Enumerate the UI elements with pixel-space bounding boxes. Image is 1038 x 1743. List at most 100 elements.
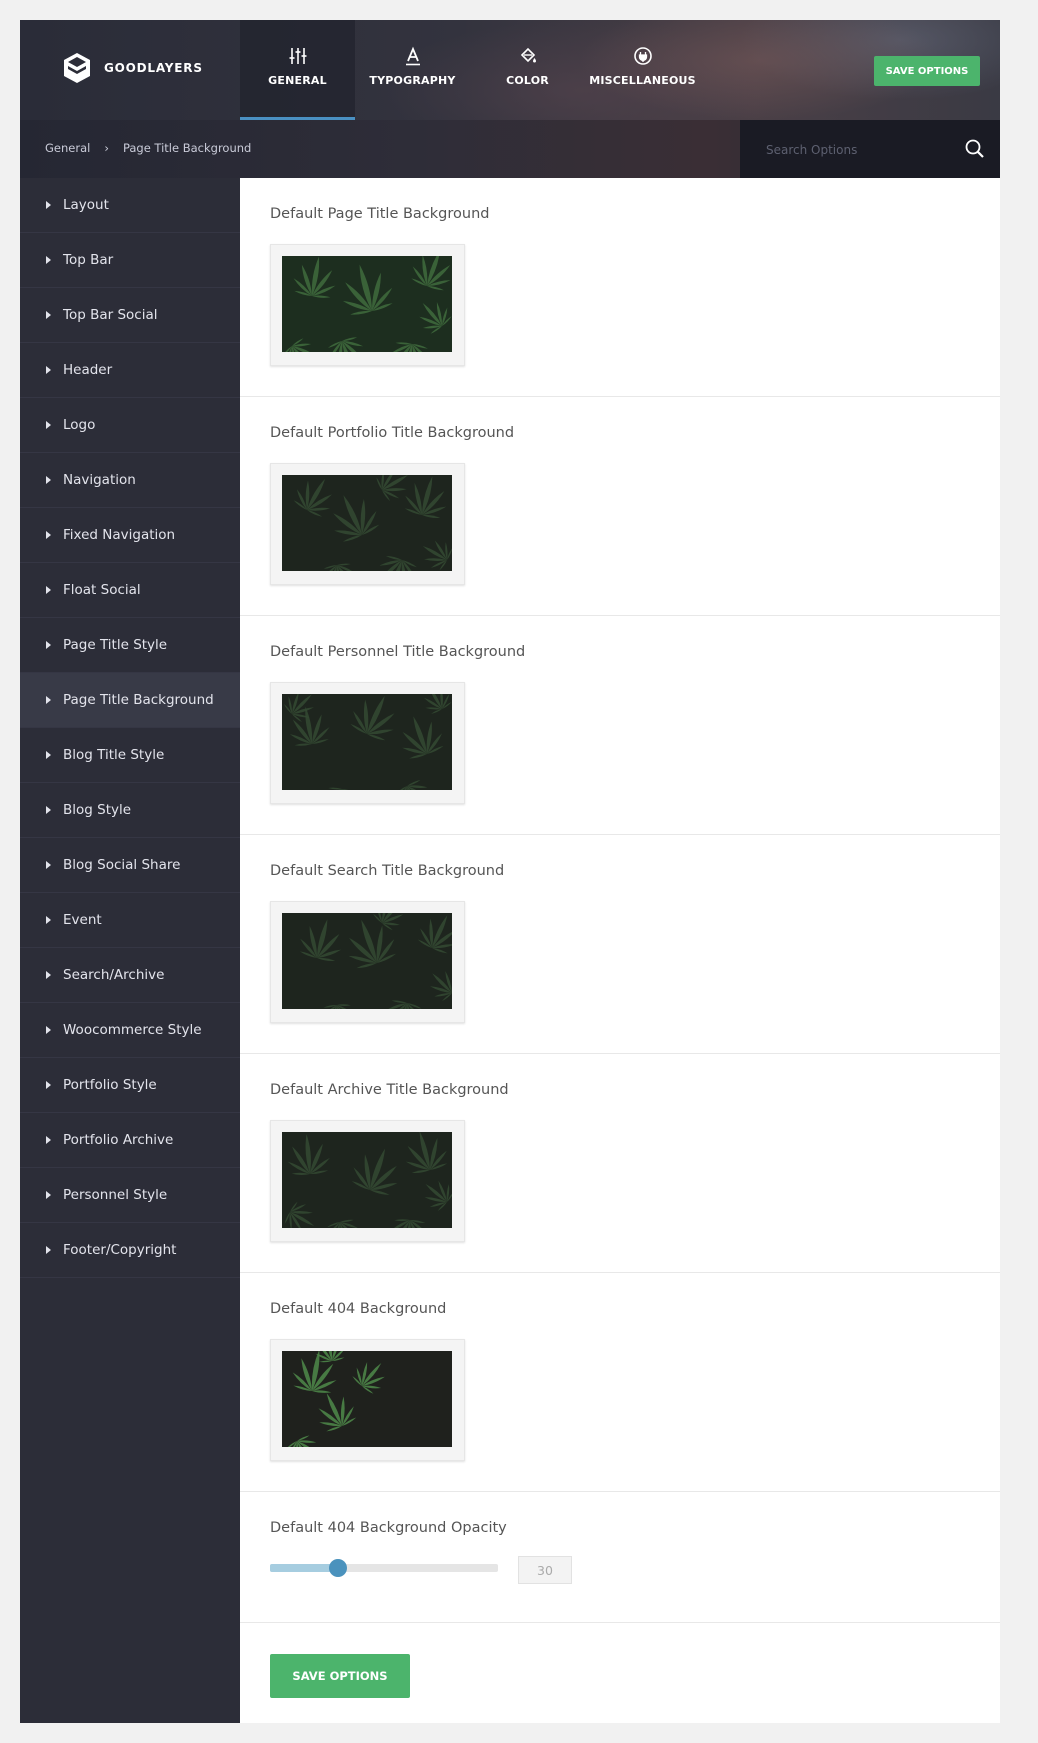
save-options-button-top[interactable]: SAVE OPTIONS [874,56,980,86]
background-image-thumbnail [282,1351,452,1447]
sidebar-item-label: Float Social [63,582,141,598]
sidebar-item-top-bar[interactable]: Top Bar [20,233,240,288]
caret-right-icon [46,806,51,814]
sidebar-item-blog-social-share[interactable]: Blog Social Share [20,838,240,893]
sidebar-item-blog-title-style[interactable]: Blog Title Style [20,728,240,783]
sidebar-item-logo[interactable]: Logo [20,398,240,453]
sidebar-item-label: Page Title Style [63,637,168,653]
leaf-image [282,694,452,790]
search-icon[interactable] [964,138,986,160]
option-personnel-title-background: Default Personnel Title Background [240,616,1000,835]
caret-right-icon [46,586,51,594]
background-image-thumbnail [282,475,452,571]
caret-right-icon [46,311,51,319]
option-404-background-opacity: Default 404 Background Opacity [240,1492,1000,1623]
option-title: Default 404 Background Opacity [270,1520,507,1536]
sidebar-item-float-social[interactable]: Float Social [20,563,240,618]
sidebar-item-label: Top Bar Social [63,307,158,323]
caret-right-icon [46,1191,51,1199]
sidebar-item-label: Top Bar [63,252,114,268]
sidebar-item-page-title-background[interactable]: Page Title Background [20,673,240,728]
background-image-thumbnail [282,1132,452,1228]
caret-right-icon [46,421,51,429]
tab-typography[interactable]: TYPOGRAPHY [355,20,470,120]
background-image-thumbnail [282,694,452,790]
leaf-image [282,913,452,1009]
tab-general[interactable]: GENERAL [240,20,355,120]
opacity-slider[interactable] [270,1559,498,1577]
leaf-image [282,475,452,571]
option-page-title-background: Default Page Title Background [240,178,1000,397]
sidebar-item-label: Blog Style [63,802,132,818]
slider-fill [270,1564,339,1572]
sidebar-item-label: Portfolio Archive [63,1132,174,1148]
image-upload-box[interactable] [270,682,465,804]
sidebar: Layout Top Bar Top Bar Social Header Log… [20,178,240,1723]
breadcrumb-bar: General › Page Title Background [20,120,1000,178]
opacity-value-field[interactable] [518,1556,572,1584]
sidebar-item-label: Fixed Navigation [63,527,176,543]
caret-right-icon [46,751,51,759]
sidebar-item-woocommerce-style[interactable]: Woocommerce Style [20,1003,240,1058]
breadcrumb-separator: › [104,141,109,155]
sidebar-item-page-title-style[interactable]: Page Title Style [20,618,240,673]
caret-right-icon [46,861,51,869]
option-search-title-background: Default Search Title Background [240,835,1000,1054]
tab-label: GENERAL [268,74,327,87]
caret-right-icon [46,641,51,649]
search-box [740,120,1000,178]
breadcrumb-root[interactable]: General [45,141,90,155]
save-options-button-bottom[interactable]: SAVE OPTIONS [270,1654,410,1698]
leaf-image [282,256,452,352]
image-upload-box[interactable] [270,244,465,366]
tab-label: TYPOGRAPHY [369,74,456,87]
sidebar-item-fixed-navigation[interactable]: Fixed Navigation [20,508,240,563]
tab-label: MISCELLANEOUS [589,74,696,87]
sidebar-item-header[interactable]: Header [20,343,240,398]
image-upload-box[interactable] [270,1339,465,1461]
option-title: Default Page Title Background [270,206,490,222]
background-image-thumbnail [282,256,452,352]
caret-right-icon [46,916,51,924]
background-image-thumbnail [282,913,452,1009]
sidebar-item-portfolio-archive[interactable]: Portfolio Archive [20,1113,240,1168]
sidebar-item-label: Page Title Background [63,692,214,708]
sidebar-item-label: Logo [63,417,96,433]
caret-right-icon [46,1026,51,1034]
sidebar-item-layout[interactable]: Layout [20,178,240,233]
sidebar-item-label: Layout [63,197,109,213]
sidebar-item-search-archive[interactable]: Search/Archive [20,948,240,1003]
sidebar-item-label: Search/Archive [63,967,165,983]
sidebar-item-top-bar-social[interactable]: Top Bar Social [20,288,240,343]
caret-right-icon [46,476,51,484]
sidebar-item-navigation[interactable]: Navigation [20,453,240,508]
caret-right-icon [46,256,51,264]
sidebar-item-label: Blog Social Share [63,857,181,873]
option-404-background: Default 404 Background [240,1273,1000,1492]
brand-name: GOODLAYERS [104,61,203,75]
option-title: Default 404 Background [270,1301,447,1317]
option-title: Default Portfolio Title Background [270,425,515,441]
option-title: Default Personnel Title Background [270,644,526,660]
tab-label: COLOR [506,74,549,87]
search-input[interactable] [764,138,948,162]
slider-handle[interactable] [329,1559,348,1577]
sidebar-item-personnel-style[interactable]: Personnel Style [20,1168,240,1223]
image-upload-box[interactable] [270,463,465,585]
tab-color[interactable]: COLOR [470,20,585,120]
option-archive-title-background: Default Archive Title Background [240,1054,1000,1273]
breadcrumb: General › Page Title Background [45,141,251,155]
sidebar-item-footer-copyright[interactable]: Footer/Copyright [20,1223,240,1278]
sidebar-item-blog-style[interactable]: Blog Style [20,783,240,838]
sidebar-item-event[interactable]: Event [20,893,240,948]
top-header: GOODLAYERS GENERAL TYPOGRAPHY COLOR MISC… [20,20,1000,120]
sidebar-item-label: Portfolio Style [63,1077,157,1093]
image-upload-box[interactable] [270,901,465,1023]
letter-a-icon [405,46,420,66]
option-title: Default Archive Title Background [270,1082,509,1098]
sidebar-item-portfolio-style[interactable]: Portfolio Style [20,1058,240,1113]
image-upload-box[interactable] [270,1120,465,1242]
sidebar-item-label: Header [63,362,113,378]
tab-miscellaneous[interactable]: MISCELLANEOUS [585,20,700,120]
paint-bucket-icon [520,47,536,63]
